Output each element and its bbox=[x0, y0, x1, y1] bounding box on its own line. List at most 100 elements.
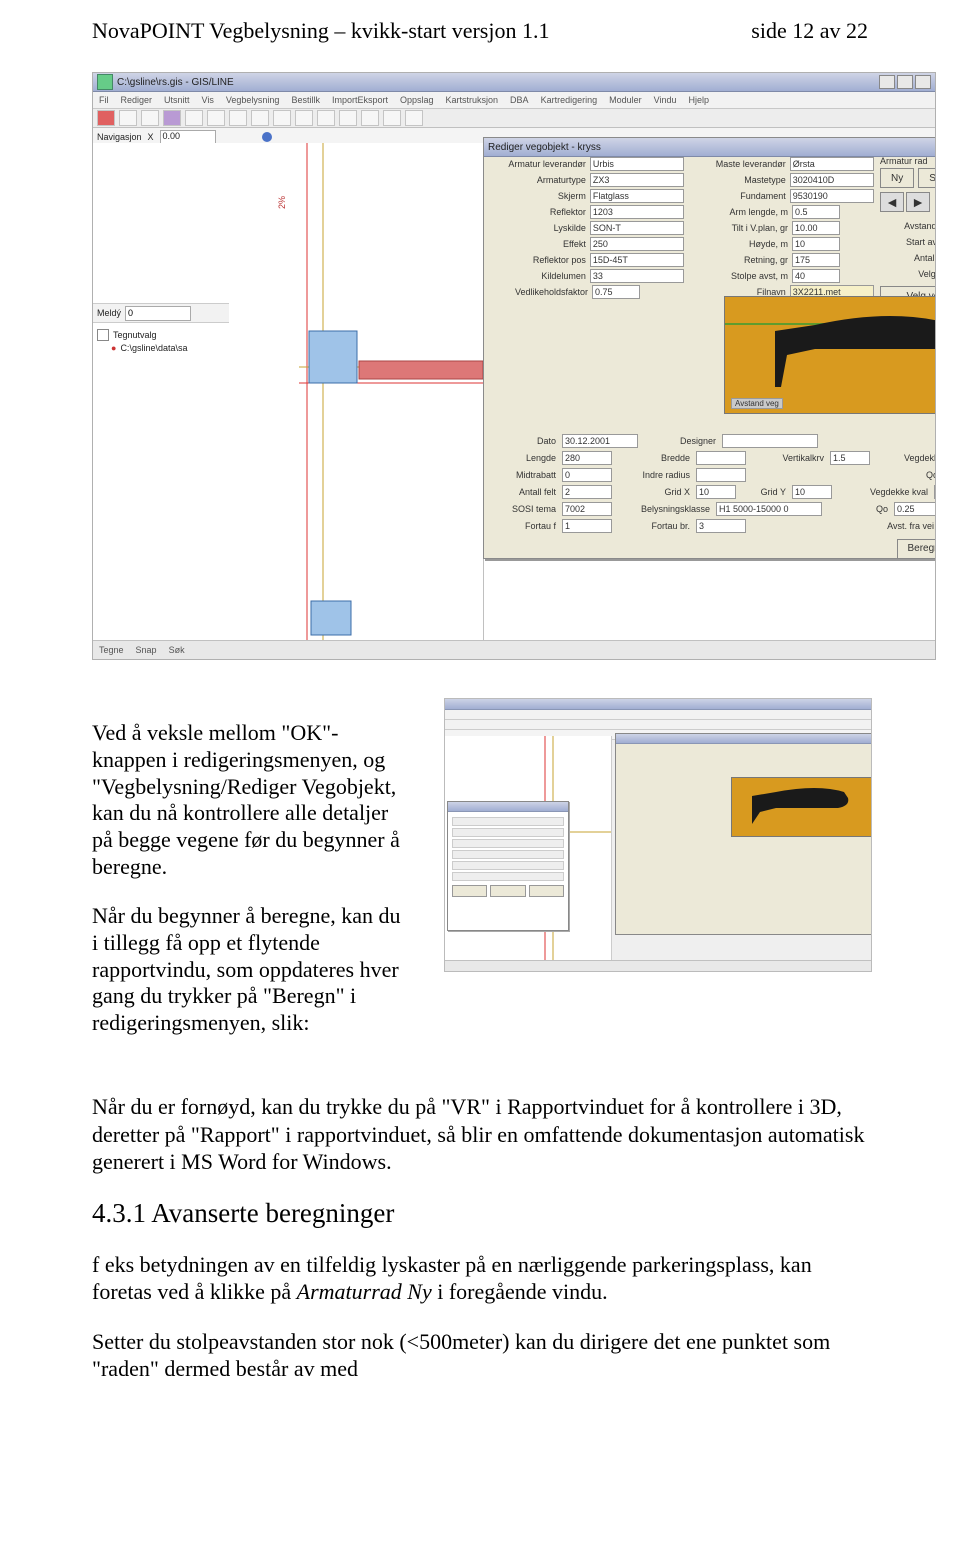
field-input[interactable]: 0.25 bbox=[894, 502, 936, 516]
field-input[interactable]: 175 bbox=[792, 253, 840, 267]
field-input[interactable]: Våt bbox=[934, 485, 936, 499]
toolbar-button[interactable] bbox=[251, 110, 269, 126]
menu-item[interactable]: Vegbelysning bbox=[226, 95, 280, 105]
field-label: Retning, gr bbox=[684, 255, 792, 265]
tree-node[interactable]: Tegnutvalg bbox=[113, 330, 157, 340]
field-input[interactable]: 10 bbox=[792, 237, 840, 251]
menu-item[interactable]: Fil bbox=[99, 95, 109, 105]
toolbar-button[interactable] bbox=[339, 110, 357, 126]
window-max-button[interactable] bbox=[897, 75, 913, 89]
window-close-button[interactable] bbox=[915, 75, 931, 89]
doc-header-left: NovaPOINT Vegbelysning – kvikk-start ver… bbox=[92, 18, 549, 44]
field-label: Vedlikeholdsfaktor bbox=[484, 287, 592, 297]
field-input[interactable]: 1203 bbox=[590, 205, 684, 219]
field-input[interactable]: 280 bbox=[562, 451, 612, 465]
field-input[interactable]: 1.5 bbox=[830, 451, 870, 465]
toolbar-button[interactable] bbox=[163, 110, 181, 126]
field-input[interactable]: 15D-45T bbox=[590, 253, 684, 267]
toolbar-button[interactable] bbox=[361, 110, 379, 126]
arrow-left-button[interactable]: ◄ bbox=[880, 192, 904, 212]
status-item[interactable]: Tegne bbox=[99, 645, 124, 655]
toolbar-button[interactable] bbox=[405, 110, 423, 126]
paragraph-3: Når du er fornøyd, kan du trykke du på "… bbox=[92, 1093, 872, 1176]
toolbar-button[interactable] bbox=[141, 110, 159, 126]
toolbar-button[interactable] bbox=[97, 110, 115, 126]
field-input[interactable] bbox=[696, 451, 746, 465]
window-min-button[interactable] bbox=[879, 75, 895, 89]
field-input[interactable] bbox=[722, 434, 818, 448]
field-input[interactable]: 0.5 bbox=[792, 205, 840, 219]
dialog-bottom-form: Dato30.12.2001 Designer Lengde280 Bredde… bbox=[484, 432, 936, 557]
field-input[interactable]: 9530190 bbox=[790, 189, 874, 203]
field-input[interactable]: SON-T bbox=[590, 221, 684, 235]
field-label: Reflektor bbox=[484, 207, 590, 217]
ny-button[interactable]: Ny bbox=[880, 168, 914, 188]
menu-item[interactable]: Rediger bbox=[121, 95, 153, 105]
field-label: Mastetype bbox=[684, 175, 790, 185]
field-label: Stolpe avst, m bbox=[684, 271, 792, 281]
menu-item[interactable]: Vindu bbox=[654, 95, 677, 105]
field-input[interactable]: 40 bbox=[792, 269, 840, 283]
field-input[interactable]: 10 bbox=[792, 485, 832, 499]
menu-item[interactable]: Kartstruksjon bbox=[446, 95, 499, 105]
field-label: Fundament bbox=[684, 191, 790, 201]
status-item[interactable]: Søk bbox=[169, 645, 185, 655]
field-input[interactable]: Flatglass bbox=[590, 189, 684, 203]
field-input[interactable]: 0.75 bbox=[592, 285, 640, 299]
field-input[interactable]: 33 bbox=[590, 269, 684, 283]
paragraph-1: Ved å veksle mellom "OK"-knappen i redig… bbox=[92, 720, 412, 881]
msg-input[interactable] bbox=[125, 306, 191, 321]
field-input[interactable]: 0 bbox=[562, 468, 612, 482]
field-input[interactable]: 1 bbox=[562, 519, 612, 533]
field-input[interactable]: Urbis bbox=[590, 157, 684, 171]
drawing-canvas[interactable]: 2% bbox=[229, 143, 484, 641]
toolbar-button[interactable] bbox=[229, 110, 247, 126]
slett-button[interactable]: Slett bbox=[918, 168, 936, 188]
field-input[interactable]: 3 bbox=[696, 519, 746, 533]
menu-item[interactable]: Utsnitt bbox=[164, 95, 190, 105]
field-input[interactable]: ZX3 bbox=[590, 173, 684, 187]
menu-item[interactable]: Kartredigering bbox=[541, 95, 598, 105]
menu-item[interactable]: Vis bbox=[202, 95, 214, 105]
menu-item[interactable]: Hjelp bbox=[688, 95, 709, 105]
menu-item[interactable]: Oppslag bbox=[400, 95, 434, 105]
field-input[interactable]: Ørsta bbox=[790, 157, 874, 171]
status-item[interactable]: Snap bbox=[136, 645, 157, 655]
tree-checkbox[interactable] bbox=[97, 329, 109, 341]
toolbar-button[interactable] bbox=[295, 110, 313, 126]
field-label: Dato bbox=[484, 436, 556, 446]
tree-node[interactable]: C:\gsline\data\sa bbox=[120, 343, 187, 353]
field-input[interactable]: 250 bbox=[590, 237, 684, 251]
field-label: Qo bbox=[878, 470, 936, 480]
field-label: Indre radius bbox=[618, 470, 690, 480]
toolbar-button[interactable] bbox=[185, 110, 203, 126]
field-input[interactable]: 10 bbox=[696, 485, 736, 499]
menu-item[interactable]: Moduler bbox=[609, 95, 642, 105]
field-input[interactable]: 3020410D bbox=[790, 173, 874, 187]
toolbar-button[interactable] bbox=[119, 110, 137, 126]
paragraph-5: Setter du stolpeavstanden stor nok (<500… bbox=[92, 1328, 872, 1383]
arrow-right-button[interactable]: ► bbox=[906, 192, 930, 212]
menu-item[interactable]: DBA bbox=[510, 95, 529, 105]
nav-x-label: X bbox=[148, 132, 154, 142]
field-input[interactable]: H1 5000-15000 0 bbox=[716, 502, 822, 516]
menu-item[interactable]: ImportEksport bbox=[332, 95, 388, 105]
toolbar-button[interactable] bbox=[383, 110, 401, 126]
nav-marker-icon bbox=[262, 132, 272, 142]
field-label: Grid X bbox=[618, 487, 690, 497]
field-input[interactable]: 10.00 bbox=[792, 221, 840, 235]
field-input[interactable]: 7002 bbox=[562, 502, 612, 516]
field-label: Reflektor pos bbox=[484, 255, 590, 265]
field-label: Vertikalkrv bbox=[752, 453, 824, 463]
toolbar-button[interactable] bbox=[273, 110, 291, 126]
menu-item[interactable]: Bestillk bbox=[291, 95, 320, 105]
field-input[interactable] bbox=[696, 468, 746, 482]
nav-x-input[interactable]: 0.00 bbox=[160, 130, 216, 144]
svg-text:2%: 2% bbox=[277, 196, 287, 209]
toolbar-button[interactable] bbox=[207, 110, 225, 126]
beregn-button[interactable]: Beregn bbox=[897, 539, 937, 559]
preview-label: Avstand veg bbox=[731, 398, 783, 409]
field-input[interactable]: 30.12.2001 bbox=[562, 434, 638, 448]
field-input[interactable]: 2 bbox=[562, 485, 612, 499]
toolbar-button[interactable] bbox=[317, 110, 335, 126]
